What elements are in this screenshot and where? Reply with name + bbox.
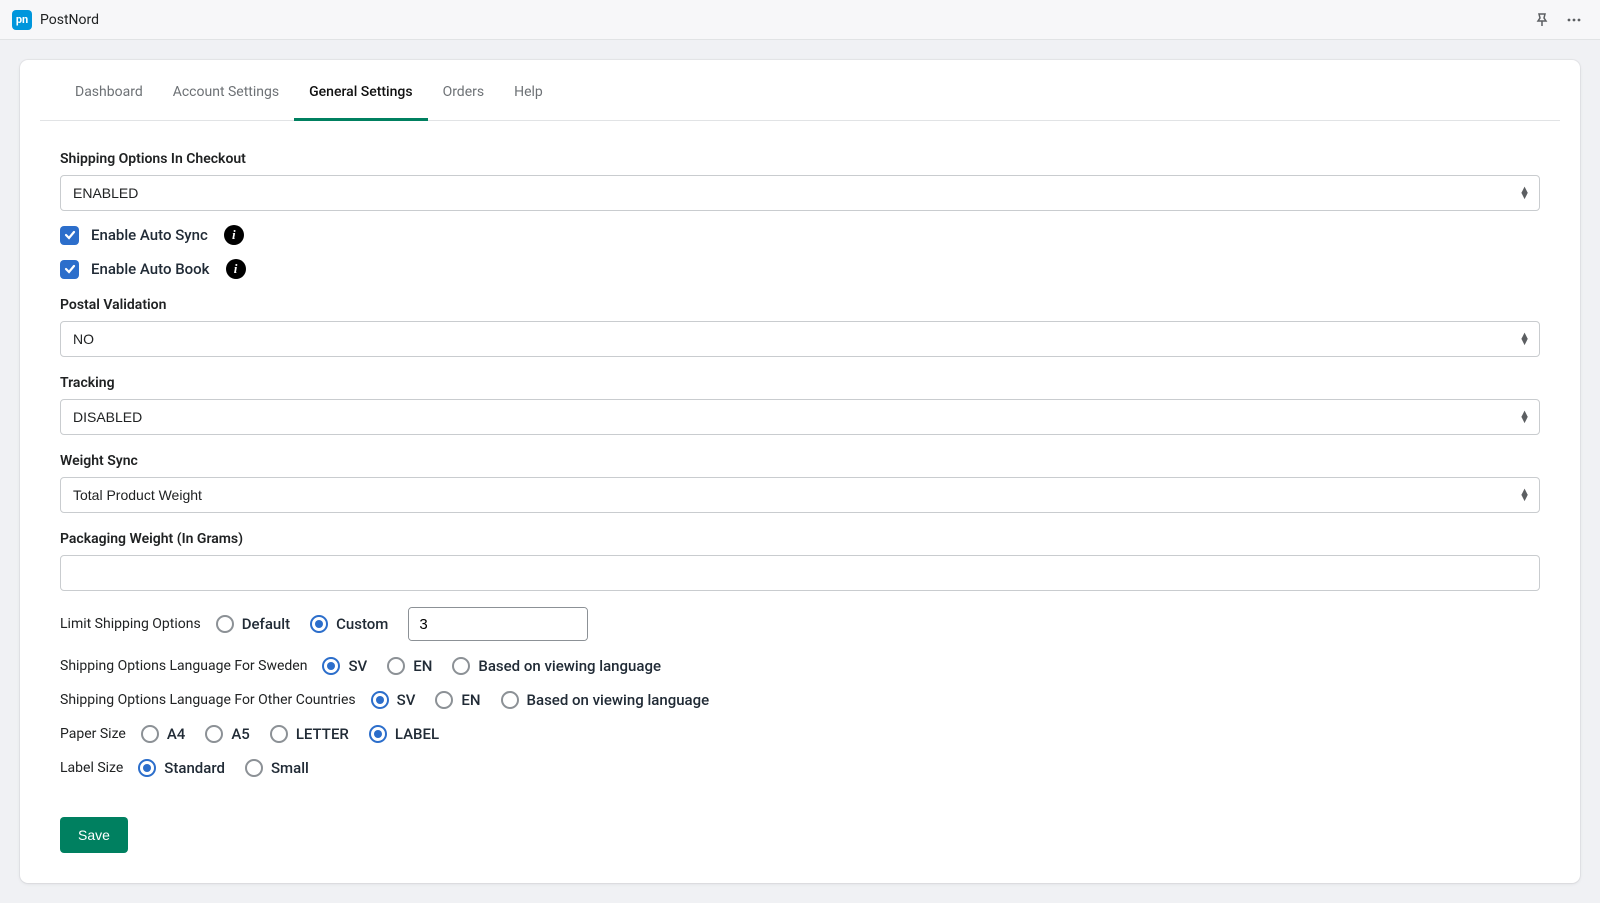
label-postal-validation: Postal Validation — [60, 297, 1540, 313]
checkbox-auto-book[interactable] — [60, 260, 79, 279]
input-limit-number[interactable] — [409, 608, 588, 640]
tab-account[interactable]: Account Settings — [158, 60, 294, 121]
radio-label-label: LABEL — [395, 725, 439, 743]
radio-other-viewing[interactable] — [501, 691, 519, 709]
radio-label-default: Default — [242, 615, 290, 633]
label-auto-sync: Enable Auto Sync — [91, 226, 208, 244]
select-tracking[interactable]: DISABLED — [60, 399, 1540, 435]
checkbox-auto-sync[interactable] — [60, 226, 79, 245]
label-auto-book: Enable Auto Book — [91, 260, 210, 278]
label-lang-sweden: Shipping Options Language For Sweden — [60, 658, 307, 674]
radio-label-sv: SV — [348, 657, 367, 675]
pin-icon[interactable] — [1528, 6, 1556, 34]
label-shipping-checkout: Shipping Options In Checkout — [60, 151, 1540, 167]
radio-paper-a5[interactable] — [205, 725, 223, 743]
radio-label-sv: SV — [397, 691, 416, 709]
select-postal-validation[interactable]: NO — [60, 321, 1540, 357]
label-weight-sync: Weight Sync — [60, 453, 1540, 469]
radio-label-viewing: Based on viewing language — [478, 657, 661, 675]
label-tracking: Tracking — [60, 375, 1540, 391]
radio-label-small: Small — [271, 759, 309, 777]
topbar: pn PostNord — [0, 0, 1600, 40]
radio-sweden-en[interactable] — [387, 657, 405, 675]
app-logo: pn — [12, 10, 32, 30]
radio-other-sv[interactable] — [371, 691, 389, 709]
radio-paper-label[interactable] — [369, 725, 387, 743]
radio-label-standard: Standard — [164, 759, 225, 777]
tab-help[interactable]: Help — [499, 60, 558, 121]
label-paper-size: Paper Size — [60, 726, 126, 742]
radio-label-viewing: Based on viewing language — [527, 691, 710, 709]
radio-label-a4: A4 — [167, 725, 185, 743]
input-packaging-weight[interactable] — [60, 555, 1540, 591]
tabs: Dashboard Account Settings General Setti… — [40, 60, 1560, 121]
more-icon[interactable] — [1560, 6, 1588, 34]
radio-label-en: EN — [461, 691, 480, 709]
app-title: PostNord — [40, 12, 99, 28]
label-label-size: Label Size — [60, 760, 123, 776]
tab-general[interactable]: General Settings — [294, 60, 427, 121]
tab-orders[interactable]: Orders — [428, 60, 500, 121]
radio-label-en: EN — [413, 657, 432, 675]
radio-paper-a4[interactable] — [141, 725, 159, 743]
select-weight-sync[interactable]: Total Product Weight — [60, 477, 1540, 513]
tab-dashboard[interactable]: Dashboard — [60, 60, 158, 121]
save-button[interactable]: Save — [60, 817, 128, 853]
radio-labelsize-small[interactable] — [245, 759, 263, 777]
info-icon[interactable]: i — [226, 259, 246, 279]
label-lang-other: Shipping Options Language For Other Coun… — [60, 692, 356, 708]
radio-label-a5: A5 — [231, 725, 249, 743]
radio-paper-letter[interactable] — [270, 725, 288, 743]
radio-label-letter: LETTER — [296, 725, 349, 743]
radio-labelsize-standard[interactable] — [138, 759, 156, 777]
radio-label-custom: Custom — [336, 615, 388, 633]
radio-other-en[interactable] — [435, 691, 453, 709]
radio-limit-custom[interactable] — [310, 615, 328, 633]
label-packaging-weight: Packaging Weight (In Grams) — [60, 531, 1540, 547]
label-limit-shipping: Limit Shipping Options — [60, 616, 201, 632]
radio-sweden-sv[interactable] — [322, 657, 340, 675]
select-shipping-checkout[interactable]: ENABLED — [60, 175, 1540, 211]
info-icon[interactable]: i — [224, 225, 244, 245]
radio-limit-default[interactable] — [216, 615, 234, 633]
radio-sweden-viewing[interactable] — [452, 657, 470, 675]
content-card: Dashboard Account Settings General Setti… — [20, 60, 1580, 883]
